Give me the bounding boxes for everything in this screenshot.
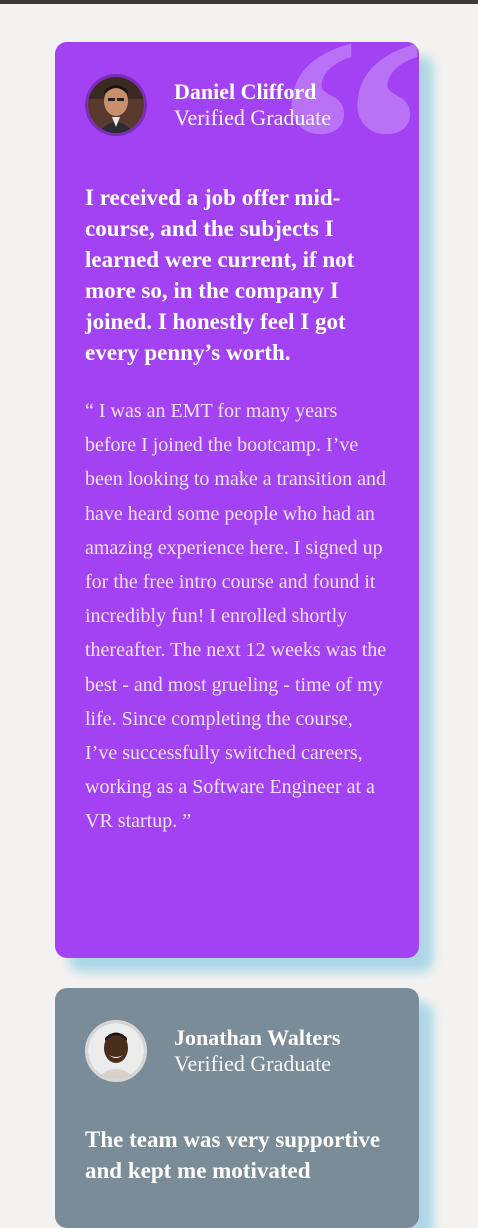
- testimonial-headline: The team was very supportive and kept me…: [85, 1127, 381, 1183]
- avatar: [85, 74, 147, 136]
- person-info: Daniel Clifford Verified Graduate: [174, 79, 331, 131]
- testimonial-card-jonathan: Jonathan Walters Verified Graduate The t…: [55, 988, 419, 1228]
- person-name: Daniel Clifford: [174, 79, 317, 104]
- top-border: [0, 0, 478, 4]
- avatar-image: [88, 77, 144, 133]
- person-role: Verified Graduate: [174, 1051, 331, 1076]
- avatar-image: [88, 1023, 144, 1079]
- card-header: Jonathan Walters Verified Graduate: [85, 1018, 389, 1084]
- avatar: [85, 1020, 147, 1082]
- testimonial-card-daniel: “ Daniel Clifford Verified Graduate I re…: [55, 42, 419, 958]
- testimonial-headline: I received a job offer mid-course, and t…: [85, 185, 355, 365]
- testimonial-quote: “ I was an EMT for many years before I j…: [85, 400, 387, 833]
- person-name: Jonathan Walters: [174, 1025, 341, 1050]
- person-info: Jonathan Walters Verified Graduate: [174, 1025, 340, 1077]
- person-role: Verified Graduate: [174, 105, 331, 130]
- card-header: Daniel Clifford Verified Graduate: [85, 72, 389, 138]
